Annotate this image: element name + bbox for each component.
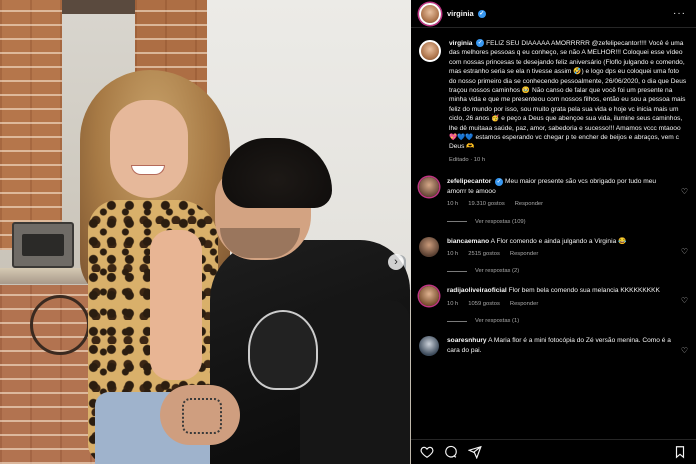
comment-body: soaresnhury A Maria flor é a mini fotocó… (447, 336, 675, 356)
comment-body: biancaemano A Flor comendo e ainda julga… (447, 237, 675, 260)
caption-meta: Editado · 10 h (449, 156, 486, 163)
woman-face (110, 100, 188, 198)
author-username-text[interactable]: virginia (447, 9, 474, 18)
jacket-sleeve (300, 300, 410, 464)
oven (12, 222, 74, 268)
comment-username[interactable]: radijaoliveiraoficial (447, 287, 507, 294)
comment: biancaemano A Flor comendo e ainda julga… (411, 236, 696, 260)
more-icon[interactable]: ··· (673, 8, 686, 19)
comment-avatar[interactable] (419, 286, 439, 307)
post-details-panel: virginia ✓ ··· virginia ✓ FELIZ SEU DIAA… (411, 0, 696, 464)
comment-meta: 10 h 19.310 gostos Responder (447, 200, 675, 209)
verified-badge-icon: ✓ (476, 39, 485, 48)
caption-body: virginia ✓ FELIZ SEU DIAAAAA AMORRRRR @z… (449, 39, 687, 165)
comment: radijaoliveiraoficial Flor bem bela come… (411, 286, 696, 309)
view-replies-button[interactable]: Ver respostas (1) (447, 318, 696, 324)
comment-avatar[interactable] (419, 336, 439, 357)
comment-time: 10 h (447, 201, 459, 208)
hand-tattoo (182, 398, 222, 434)
bar-stool (30, 295, 90, 355)
comment-body: zefelipecantor ✓ Meu maior presente são … (447, 177, 675, 209)
bookmark-icon[interactable] (672, 444, 688, 460)
comment-like-heart-icon[interactable]: ♡ (681, 296, 688, 305)
carousel-next-button[interactable]: › (388, 254, 404, 270)
comment-likes[interactable]: 2515 gostos (468, 250, 500, 259)
comment-username[interactable]: zefelipecantor (447, 178, 491, 185)
comment: zefelipecantor ✓ Meu maior presente são … (411, 177, 696, 209)
view-replies-button[interactable]: Ver respostas (2) (447, 268, 696, 274)
woman-smile (131, 165, 165, 175)
view-replies-label[interactable]: Ver respostas (2) (475, 268, 519, 274)
caption-username[interactable]: virginia (449, 40, 472, 47)
comment-like-heart-icon[interactable]: ♡ (681, 346, 688, 355)
heart-icon[interactable] (419, 444, 435, 460)
open-back (150, 230, 202, 380)
verified-badge-icon: ✓ (477, 10, 486, 18)
comment-like-heart-icon[interactable]: ♡ (681, 187, 688, 196)
caption-avatar[interactable] (419, 40, 441, 62)
view-replies-button[interactable]: Ver respostas (109) (447, 219, 696, 225)
replies-divider (447, 320, 467, 322)
post-header: virginia ✓ ··· (411, 0, 696, 28)
author-username[interactable]: virginia ✓ (447, 9, 486, 18)
comment-meta: 10 h 1059 gostos Responder (447, 300, 675, 309)
comment-likes[interactable]: 19.310 gostos (468, 200, 504, 209)
comment-username[interactable]: biancaemano (447, 238, 489, 245)
post-actions-bar (411, 439, 696, 464)
comment-meta: 10 h 2515 gostos Responder (447, 250, 675, 259)
post-photo[interactable]: › (0, 0, 411, 464)
verified-badge-icon: ✓ (495, 177, 504, 186)
reply-button[interactable]: Responder (510, 300, 538, 309)
reply-button[interactable]: Responder (515, 200, 543, 209)
caption-text: FELIZ SEU DIAAAAA AMORRRRR @zefelipecant… (449, 40, 687, 151)
reply-button[interactable]: Responder (510, 250, 538, 259)
comments-scroll[interactable]: virginia ✓ FELIZ SEU DIAAAAA AMORRRRR @z… (411, 29, 696, 439)
comment-text: Flor bem bela comendo sua melancia KKKKK… (508, 287, 660, 295)
comment-username[interactable]: soaresnhury (447, 337, 487, 344)
comment-time: 10 h (447, 250, 459, 257)
brick-pillar-left (0, 0, 62, 250)
comment-body: radijaoliveiraoficial Flor bem bela come… (447, 286, 675, 309)
author-avatar[interactable] (419, 2, 441, 25)
comment-avatar[interactable] (419, 236, 439, 257)
replies-divider (447, 221, 467, 222)
post-caption: virginia ✓ FELIZ SEU DIAAAAA AMORRRRR @z… (411, 29, 696, 165)
comment-time: 10 h (447, 300, 459, 307)
view-replies-label[interactable]: Ver respostas (109) (475, 219, 526, 225)
view-replies-label[interactable]: Ver respostas (1) (475, 318, 519, 324)
comment-avatar[interactable] (419, 177, 439, 198)
comment-icon[interactable] (443, 444, 459, 460)
share-icon[interactable] (467, 444, 483, 460)
comment-like-heart-icon[interactable]: ♡ (681, 247, 688, 256)
comment-likes[interactable]: 1059 gostos (468, 300, 500, 309)
raiders-logo-patch (248, 310, 318, 390)
replies-divider (447, 270, 467, 272)
comment: soaresnhury A Maria flor é a mini fotocó… (411, 336, 696, 357)
comment-text: A Flor comendo e ainda julgando a Virgin… (490, 237, 627, 245)
